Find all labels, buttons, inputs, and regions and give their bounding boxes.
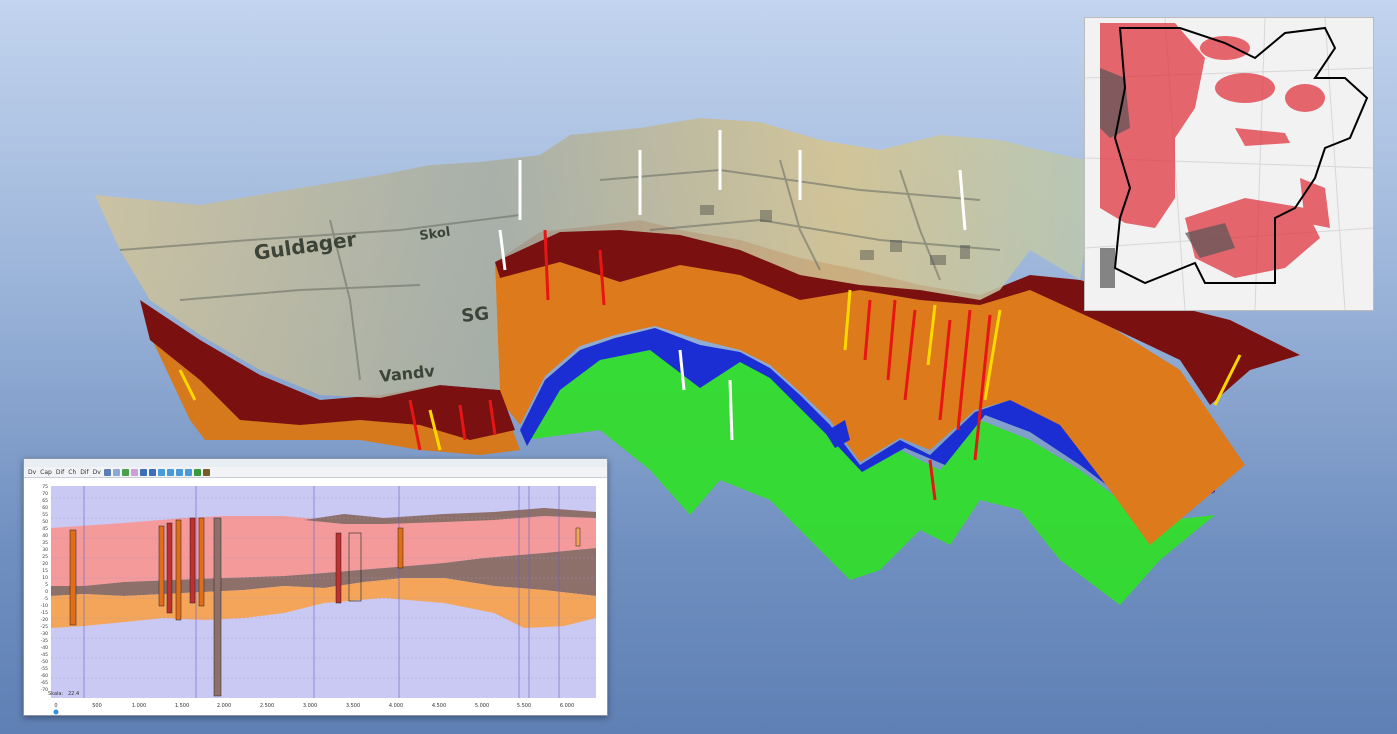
svg-text:-70: -70 bbox=[41, 687, 48, 693]
svg-text:60: 60 bbox=[42, 505, 48, 511]
refresh-icon[interactable] bbox=[103, 468, 111, 476]
svg-text:-10: -10 bbox=[41, 603, 48, 609]
svg-text:50: 50 bbox=[42, 519, 48, 525]
prev-icon[interactable] bbox=[139, 468, 147, 476]
svg-text:-5: -5 bbox=[44, 596, 49, 602]
svg-text:-60: -60 bbox=[41, 673, 48, 679]
scale-value: 22.4 bbox=[68, 691, 79, 697]
toolbar-button-3[interactable]: Dif bbox=[55, 468, 65, 477]
svg-text:4.000: 4.000 bbox=[389, 703, 403, 709]
svg-text:-55: -55 bbox=[41, 666, 48, 672]
arrow-icon[interactable] bbox=[157, 468, 165, 476]
heatmap-inset[interactable] bbox=[1084, 17, 1374, 311]
svg-text:-40: -40 bbox=[41, 645, 48, 651]
save-icon[interactable] bbox=[193, 468, 201, 476]
svg-text:2.000: 2.000 bbox=[217, 703, 231, 709]
toolbar-button-5[interactable]: Dif bbox=[79, 468, 89, 477]
svg-text:1.500: 1.500 bbox=[175, 703, 189, 709]
svg-text:40: 40 bbox=[42, 533, 48, 539]
svg-text:-35: -35 bbox=[41, 638, 48, 644]
arrow-icon[interactable] bbox=[166, 468, 174, 476]
y-axis: 75 70 65 60 55 50 45 40 35 30 25 20 15 1… bbox=[41, 484, 48, 693]
svg-text:-25: -25 bbox=[41, 624, 48, 630]
svg-text:4.500: 4.500 bbox=[432, 703, 446, 709]
svg-text:-15: -15 bbox=[41, 610, 48, 616]
svg-text:25: 25 bbox=[42, 554, 48, 560]
svg-text:0: 0 bbox=[54, 703, 57, 709]
svg-text:-65: -65 bbox=[41, 680, 48, 686]
svg-text:30: 30 bbox=[42, 547, 48, 553]
svg-text:35: 35 bbox=[42, 540, 48, 546]
profile-section-window[interactable]: Dv Cap Dif Ch Dif Dv 75 70 65 60 55 50 4… bbox=[23, 458, 608, 716]
svg-text:55: 55 bbox=[42, 512, 48, 518]
toolbar-button-2[interactable]: Cap bbox=[39, 468, 53, 477]
terrain-label-sg: SG bbox=[460, 303, 490, 327]
svg-text:15: 15 bbox=[42, 568, 48, 574]
svg-text:2.500: 2.500 bbox=[260, 703, 274, 709]
svg-text:5.000: 5.000 bbox=[475, 703, 489, 709]
svg-text:10: 10 bbox=[42, 575, 48, 581]
svg-text:5.500: 5.500 bbox=[517, 703, 531, 709]
svg-text:0: 0 bbox=[45, 589, 48, 595]
section-toolbar[interactable]: Dv Cap Dif Ch Dif Dv bbox=[24, 467, 607, 478]
toolbar-button-4[interactable]: Ch bbox=[67, 468, 77, 477]
scale-label: Skala: bbox=[48, 691, 63, 697]
svg-text:45: 45 bbox=[42, 526, 48, 532]
svg-text:75: 75 bbox=[42, 484, 48, 490]
svg-text:3.500: 3.500 bbox=[346, 703, 360, 709]
svg-text:20: 20 bbox=[42, 561, 48, 567]
undo-icon[interactable] bbox=[175, 468, 183, 476]
layer-icon[interactable] bbox=[130, 468, 138, 476]
svg-text:6.000: 6.000 bbox=[560, 703, 574, 709]
svg-text:3.000: 3.000 bbox=[303, 703, 317, 709]
svg-text:5: 5 bbox=[45, 582, 48, 588]
redo-icon[interactable] bbox=[184, 468, 192, 476]
svg-text:-45: -45 bbox=[41, 652, 48, 658]
svg-text:-30: -30 bbox=[41, 631, 48, 637]
toolbar-button-1[interactable]: Dv bbox=[27, 468, 37, 477]
x-axis: 0 500 1.000 1.500 2.000 2.500 3.000 3.50… bbox=[54, 703, 574, 709]
svg-text:1.000: 1.000 bbox=[132, 703, 146, 709]
profile-plot[interactable]: 75 70 65 60 55 50 45 40 35 30 25 20 15 1… bbox=[24, 478, 607, 715]
svg-text:65: 65 bbox=[42, 498, 48, 504]
position-marker[interactable] bbox=[53, 709, 59, 715]
tool-icon[interactable] bbox=[202, 468, 210, 476]
svg-text:500: 500 bbox=[92, 703, 102, 709]
svg-text:-20: -20 bbox=[41, 617, 48, 623]
heatmap-canvas bbox=[1085, 18, 1373, 310]
export-icon[interactable] bbox=[121, 468, 129, 476]
toolbar-button-6[interactable]: Dv bbox=[92, 468, 102, 477]
zoom-icon[interactable] bbox=[112, 468, 120, 476]
next-icon[interactable] bbox=[148, 468, 156, 476]
svg-text:70: 70 bbox=[42, 491, 48, 497]
svg-text:-50: -50 bbox=[41, 659, 48, 665]
